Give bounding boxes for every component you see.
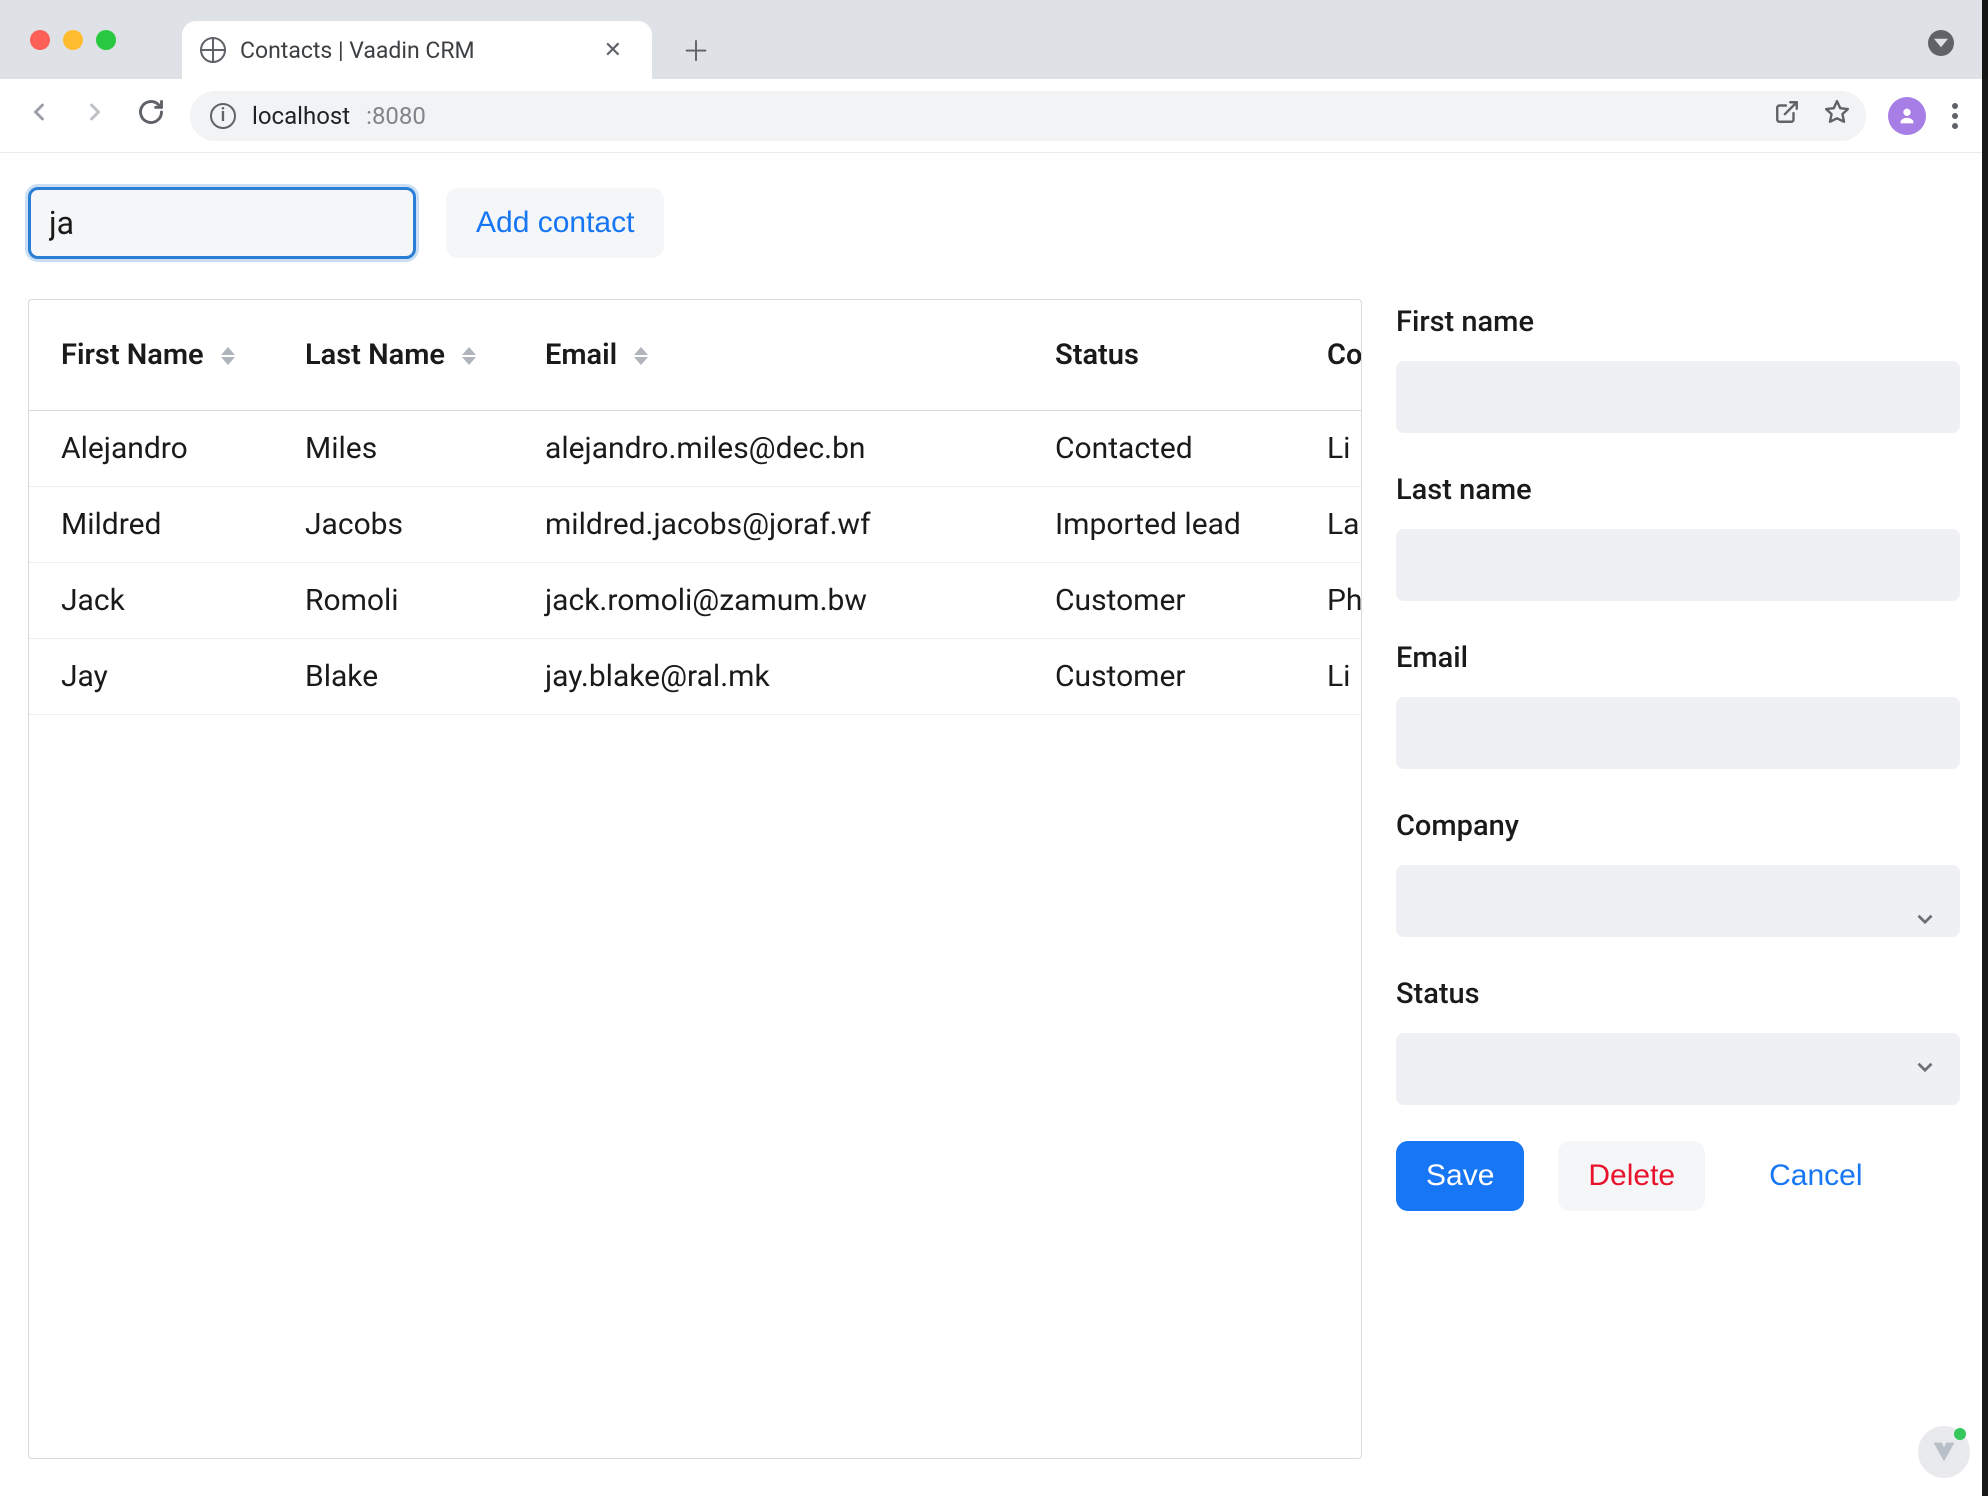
table-row[interactable]: Jay Blake jay.blake@ral.mk Customer Li xyxy=(29,638,1362,714)
window-zoom-button[interactable] xyxy=(96,30,116,50)
window-minimize-button[interactable] xyxy=(63,30,83,50)
cell-status: Imported lead xyxy=(1023,486,1295,562)
col-first-name[interactable]: First Name xyxy=(29,300,273,410)
window-edge xyxy=(1982,0,1988,1496)
cell-last: Jacobs xyxy=(273,486,513,562)
cell-email: mildred.jacobs@joraf.wf xyxy=(513,486,1023,562)
filter-field[interactable]: ✕ xyxy=(28,187,416,259)
forward-button[interactable] xyxy=(78,98,112,134)
email-input[interactable] xyxy=(1396,697,1960,769)
col-company[interactable]: Company xyxy=(1295,300,1362,410)
col-email[interactable]: Email xyxy=(513,300,1023,410)
last-name-input[interactable] xyxy=(1396,529,1960,601)
window-close-button[interactable] xyxy=(30,30,50,50)
form-actions: Save Delete Cancel xyxy=(1396,1141,1960,1211)
cell-company: Ph xyxy=(1295,562,1362,638)
cell-first: Alejandro xyxy=(29,410,273,486)
delete-button[interactable]: Delete xyxy=(1558,1141,1705,1211)
cell-email: alejandro.miles@dec.bn xyxy=(513,410,1023,486)
window-controls xyxy=(30,30,116,50)
profile-avatar[interactable] xyxy=(1888,97,1926,135)
dev-tools-badge[interactable] xyxy=(1918,1426,1970,1478)
address-bar[interactable]: i localhost :8080 xyxy=(190,91,1866,141)
search-input[interactable] xyxy=(49,204,454,242)
cell-company: La xyxy=(1295,486,1362,562)
open-external-icon[interactable] xyxy=(1774,99,1800,132)
browser-menu-button[interactable] xyxy=(1946,97,1964,135)
bookmark-star-icon[interactable] xyxy=(1824,99,1850,132)
reload-button[interactable] xyxy=(134,98,168,134)
label-email: Email xyxy=(1396,641,1960,675)
cell-status: Customer xyxy=(1023,562,1295,638)
table-row[interactable]: Alejandro Miles alejandro.miles@dec.bn C… xyxy=(29,410,1362,486)
browser-tab-strip: Contacts | Vaadin CRM ✕ ＋ xyxy=(0,0,1988,79)
notification-dot-icon xyxy=(1954,1428,1966,1440)
table-row[interactable]: Jack Romoli jack.romoli@zamum.bw Custome… xyxy=(29,562,1362,638)
action-bar: ✕ Add contact xyxy=(28,187,1960,259)
page-content: ✕ Add contact First Name Last Name xyxy=(0,153,1988,1496)
cell-last: Blake xyxy=(273,638,513,714)
back-button[interactable] xyxy=(22,98,56,134)
sort-icon xyxy=(634,347,648,365)
tab-overflow-button[interactable] xyxy=(1928,30,1954,56)
first-name-input[interactable] xyxy=(1396,361,1960,433)
cell-company: Li xyxy=(1295,410,1362,486)
add-contact-button[interactable]: Add contact xyxy=(446,188,664,258)
browser-toolbar: i localhost :8080 xyxy=(0,79,1988,153)
sort-icon xyxy=(221,347,235,365)
status-select[interactable] xyxy=(1396,1033,1960,1105)
cell-company: Li xyxy=(1295,638,1362,714)
col-status[interactable]: Status xyxy=(1023,300,1295,410)
tab-title: Contacts | Vaadin CRM xyxy=(240,37,475,64)
table-row[interactable]: Mildred Jacobs mildred.jacobs@joraf.wf I… xyxy=(29,486,1362,562)
company-select[interactable] xyxy=(1396,865,1960,937)
contact-form: First name Last name Email Company Statu… xyxy=(1396,299,1960,1211)
cell-first: Jay xyxy=(29,638,273,714)
new-tab-button[interactable]: ＋ xyxy=(674,28,718,72)
save-button[interactable]: Save xyxy=(1396,1141,1524,1211)
cancel-button[interactable]: Cancel xyxy=(1739,1141,1892,1211)
label-last-name: Last name xyxy=(1396,473,1960,507)
url-host: localhost xyxy=(252,102,350,130)
cell-first: Mildred xyxy=(29,486,273,562)
tab-close-button[interactable]: ✕ xyxy=(596,34,630,67)
globe-icon xyxy=(200,37,226,63)
contacts-grid[interactable]: First Name Last Name Email Status xyxy=(28,299,1362,1459)
browser-tab[interactable]: Contacts | Vaadin CRM ✕ xyxy=(182,21,652,79)
cell-status: Customer xyxy=(1023,638,1295,714)
cell-status: Contacted xyxy=(1023,410,1295,486)
cell-email: jay.blake@ral.mk xyxy=(513,638,1023,714)
cell-last: Miles xyxy=(273,410,513,486)
label-status: Status xyxy=(1396,977,1960,1011)
grid-header-row: First Name Last Name Email Status xyxy=(29,300,1362,410)
col-last-name[interactable]: Last Name xyxy=(273,300,513,410)
label-first-name: First name xyxy=(1396,305,1960,339)
label-company: Company xyxy=(1396,809,1960,843)
url-port: :8080 xyxy=(366,102,426,130)
cell-email: jack.romoli@zamum.bw xyxy=(513,562,1023,638)
cell-first: Jack xyxy=(29,562,273,638)
sort-icon xyxy=(462,347,476,365)
site-info-icon[interactable]: i xyxy=(210,103,236,129)
cell-last: Romoli xyxy=(273,562,513,638)
